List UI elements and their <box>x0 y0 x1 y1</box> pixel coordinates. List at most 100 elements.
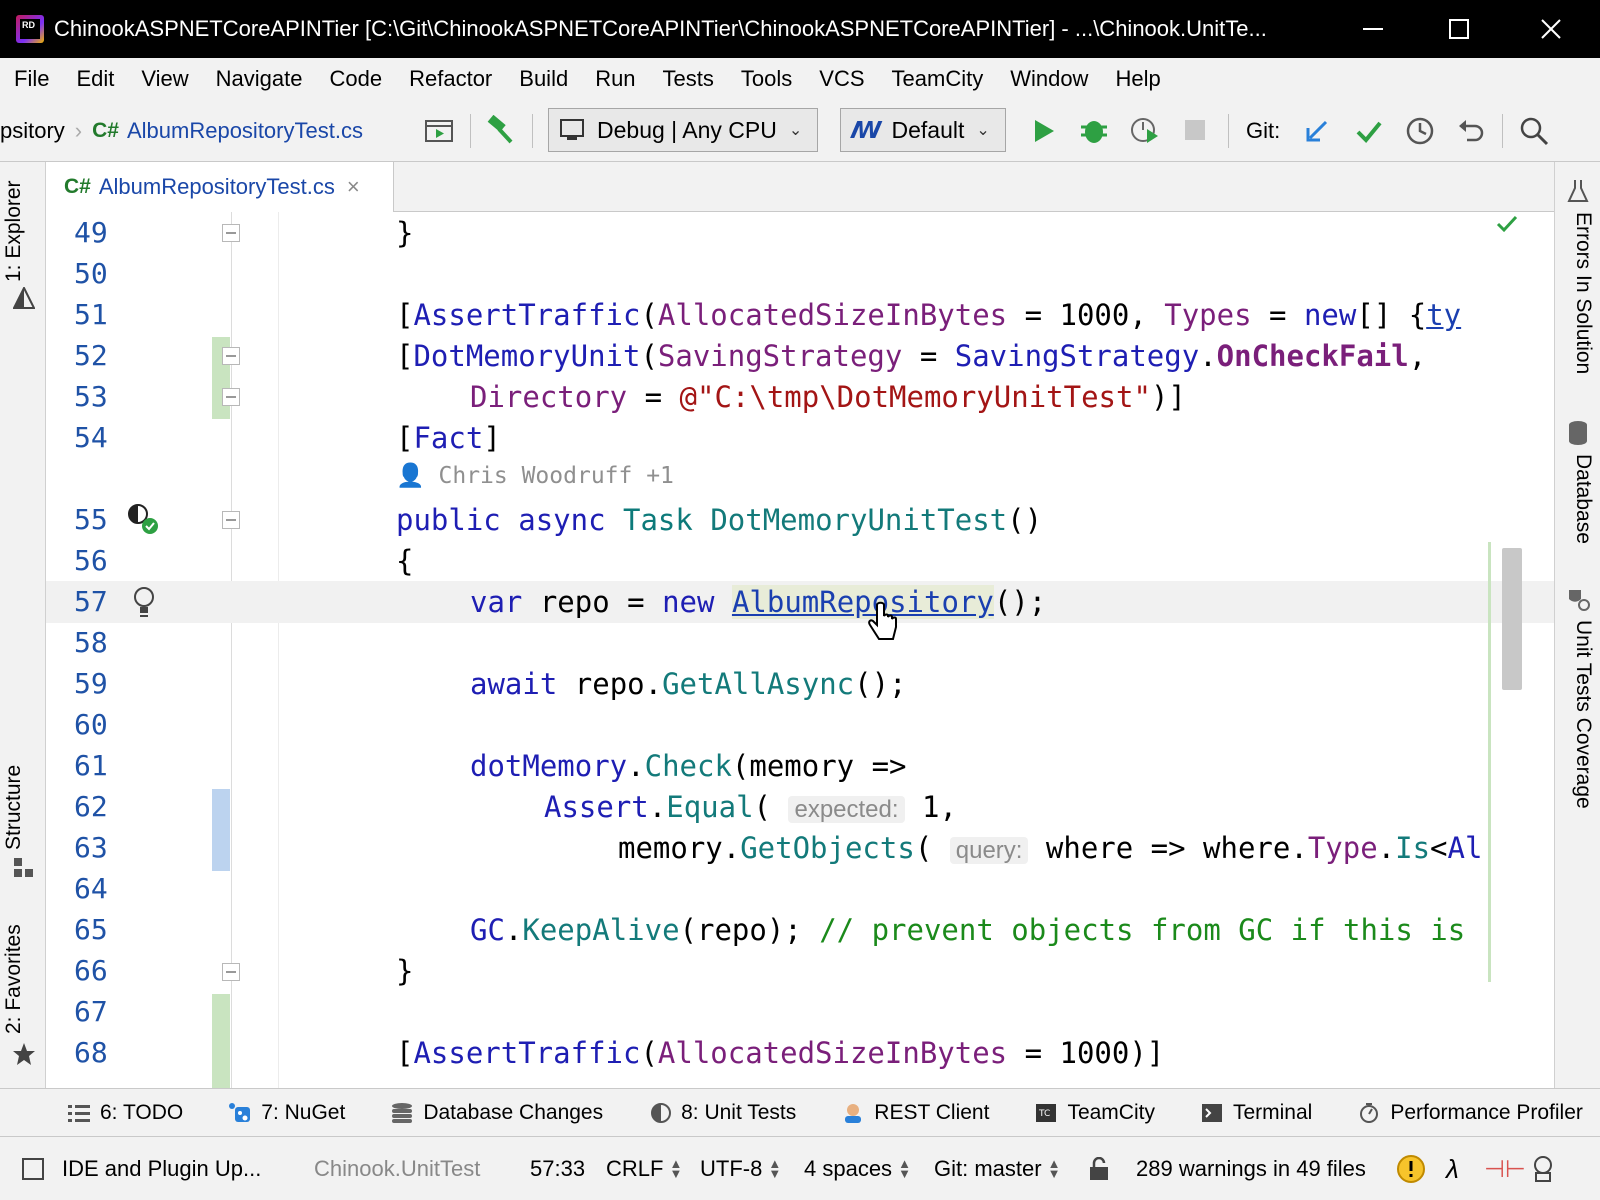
tab-explorer[interactable]: 1: Explorer <box>2 180 26 282</box>
tool-unit-tests[interactable]: 8: Unit Tests <box>649 1101 796 1125</box>
code-line[interactable]: 62 Assert.Equal( expected: 1, <box>46 786 1554 828</box>
code-editor[interactable]: 49} 50 51 [AssertTraffic(AllocatedSizeInByt… <box>46 212 1554 1112</box>
explorer-icon[interactable] <box>12 286 36 310</box>
analysis-ok-icon[interactable] <box>1494 212 1520 236</box>
lock-icon[interactable] <box>1088 1137 1110 1200</box>
code-line[interactable]: 64 <box>46 868 1554 910</box>
tool-teamcity[interactable]: TC TeamCity <box>1035 1101 1155 1125</box>
run-configuration-icon[interactable] <box>424 116 454 146</box>
fold-marker-icon[interactable] <box>222 347 240 365</box>
tool-performance-profiler[interactable]: Performance Profiler <box>1358 1101 1583 1125</box>
code-text[interactable]: Directory = @"C:\tmp\DotMemoryUnitTest")… <box>46 376 1186 418</box>
build-configuration-select[interactable]: Debug | Any CPU ⌄ <box>548 108 818 152</box>
star-icon[interactable] <box>12 1042 36 1066</box>
rider-diagnostics-icon[interactable]: ⊣⊢ <box>1484 1137 1526 1200</box>
tool-rest-client[interactable]: REST Client <box>842 1101 989 1125</box>
code-text[interactable]: GC.KeepAlive(repo); // prevent objects f… <box>46 909 1465 951</box>
tab-favorites[interactable]: 2: Favorites <box>2 924 26 1034</box>
code-text[interactable]: [AssertTraffic(AllocatedSizeInBytes = 10… <box>46 294 1461 336</box>
stop-icon[interactable] <box>1182 117 1208 143</box>
status-project[interactable]: Chinook.UnitTest <box>314 1137 480 1200</box>
code-line[interactable]: 63 memory.GetObjects( query: where => whe… <box>46 827 1554 869</box>
code-line[interactable]: 51 [AssertTraffic(AllocatedSizeInBytes = … <box>46 294 1554 336</box>
fold-marker-icon[interactable] <box>222 511 240 529</box>
fold-marker-icon[interactable] <box>222 963 240 981</box>
status-encoding[interactable]: UTF-8 ▲ ▼ <box>700 1137 781 1200</box>
code-line[interactable]: 66} <box>46 950 1554 992</box>
status-indent[interactable]: 4 spaces ▲ ▼ <box>804 1137 911 1200</box>
status-git-branch[interactable]: Git: master ▲ ▼ <box>934 1137 1060 1200</box>
vertical-scrollbar[interactable] <box>1502 548 1522 690</box>
menu-refactor[interactable]: Refactor <box>409 66 492 92</box>
menu-code[interactable]: Code <box>330 66 383 92</box>
code-vision-author[interactable]: 👤 Chris Woodruff +1 <box>396 462 674 489</box>
code-line[interactable]: 68 [AssertTraffic(AllocatedSizeInBytes = … <box>46 1032 1554 1074</box>
code-text[interactable]: [AssertTraffic(AllocatedSizeInBytes = 10… <box>46 1032 1164 1074</box>
git-update-icon[interactable] <box>1302 116 1332 146</box>
tab-errors-in-solution[interactable]: Errors In Solution <box>1571 212 1595 374</box>
breadcrumb-file[interactable]: AlbumRepositoryTest.cs <box>127 118 363 144</box>
code-text[interactable]: { <box>46 540 413 582</box>
code-text[interactable]: [Fact] <box>46 417 501 459</box>
code-line[interactable]: 55 public async Task DotMemoryUnitTest() <box>46 499 1554 541</box>
git-history-icon[interactable] <box>1404 115 1436 147</box>
inspection-lambda-icon[interactable]: λ <box>1446 1137 1459 1200</box>
code-line[interactable]: 52 [DotMemoryUnit(SavingStrategy = Saving… <box>46 335 1554 377</box>
code-text[interactable]: public async Task DotMemoryUnitTest() <box>46 499 1042 541</box>
code-text[interactable]: Assert.Equal( expected: 1, <box>46 786 957 831</box>
minimize-icon[interactable] <box>1340 0 1406 58</box>
memory-indicator-icon[interactable] <box>1530 1137 1556 1200</box>
run-profile-select[interactable]: ꟿ Default ⌄ <box>840 108 1006 152</box>
menu-vcs[interactable]: VCS <box>819 66 864 92</box>
tab-unit-tests-coverage[interactable]: Unit Tests Coverage <box>1571 620 1595 809</box>
code-line[interactable]: 60 <box>46 704 1554 746</box>
code-line[interactable]: 56{ <box>46 540 1554 582</box>
breadcrumb-previous[interactable]: psitory <box>0 118 65 144</box>
code-line[interactable]: 49} <box>46 212 1554 254</box>
code-text[interactable]: memory.GetObjects( query: where => where… <box>46 827 1482 872</box>
code-line[interactable]: 53 Directory = @"C:\tmp\DotMemoryUnitTest… <box>46 376 1554 418</box>
code-line[interactable]: 61 dotMemory.Check(memory => <box>46 745 1554 787</box>
menu-window[interactable]: Window <box>1010 66 1088 92</box>
menu-tests[interactable]: Tests <box>663 66 714 92</box>
code-line[interactable]: 54 [Fact] <box>46 417 1554 459</box>
close-tab-icon[interactable]: × <box>347 174 360 200</box>
warning-icon[interactable] <box>1396 1137 1426 1200</box>
tab-structure[interactable]: Structure <box>2 765 26 850</box>
menu-file[interactable]: File <box>14 66 49 92</box>
menu-tools[interactable]: Tools <box>741 66 792 92</box>
tool-database-changes[interactable]: Database Changes <box>391 1101 603 1125</box>
menu-teamcity[interactable]: TeamCity <box>892 66 984 92</box>
code-line[interactable]: 58 <box>46 622 1554 664</box>
close-icon[interactable] <box>1518 0 1584 58</box>
run-icon[interactable] <box>1030 116 1058 146</box>
database-icon[interactable] <box>1565 420 1591 446</box>
search-icon[interactable] <box>1518 115 1550 147</box>
git-rollback-icon[interactable] <box>1456 115 1488 147</box>
fold-marker-icon[interactable] <box>222 388 240 406</box>
build-hammer-icon[interactable] <box>484 114 516 146</box>
fold-marker-icon[interactable] <box>222 224 240 242</box>
debug-icon[interactable] <box>1078 114 1110 146</box>
code-line[interactable]: 59 await repo.GetAllAsync(); <box>46 663 1554 705</box>
menu-help[interactable]: Help <box>1115 66 1160 92</box>
code-line[interactable]: 57 var repo = new AlbumRepository(); <box>46 581 1554 623</box>
menu-build[interactable]: Build <box>519 66 568 92</box>
menu-view[interactable]: View <box>141 66 188 92</box>
status-caret-position[interactable]: 57:33 <box>530 1137 585 1200</box>
status-update-message[interactable]: IDE and Plugin Up... <box>62 1137 261 1200</box>
code-text[interactable]: [DotMemoryUnit(SavingStrategy = SavingSt… <box>46 335 1426 377</box>
tool-todo[interactable]: 6: TODO <box>68 1101 183 1125</box>
status-line-separator[interactable]: CRLF ▲ ▼ <box>606 1137 682 1200</box>
code-text[interactable]: await repo.GetAllAsync(); <box>46 663 907 705</box>
coverage-icon[interactable] <box>1565 586 1591 612</box>
code-line[interactable]: 65 GC.KeepAlive(repo); // prevent objects… <box>46 909 1554 951</box>
structure-icon[interactable] <box>12 856 36 880</box>
code-text[interactable]: dotMemory.Check(memory => <box>46 745 907 787</box>
menu-edit[interactable]: Edit <box>76 66 114 92</box>
git-commit-icon[interactable] <box>1354 116 1384 146</box>
tool-terminal[interactable]: Terminal <box>1201 1101 1312 1125</box>
tab-database[interactable]: Database <box>1571 454 1595 544</box>
profile-run-icon[interactable] <box>1128 114 1162 146</box>
tab-album-repository-test[interactable]: C# AlbumRepositoryTest.cs × <box>46 162 394 212</box>
